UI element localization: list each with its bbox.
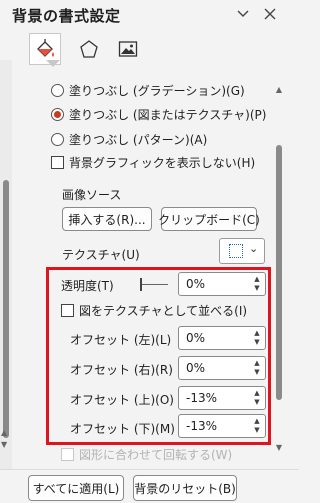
transparency-value[interactable]: 0%	[186, 277, 205, 291]
image-source-label: 画像ソース	[62, 188, 122, 202]
left-scroll-strip: ▲ ▼	[0, 60, 12, 503]
gradient-fill-label: 塗りつぶし (グラデーション)(G)	[69, 84, 245, 98]
vertical-scrollbar[interactable]: ▲ ▼	[274, 85, 284, 453]
offset-bottom-value[interactable]: -13%	[186, 419, 217, 433]
pane-title: 背景の書式設定	[12, 7, 121, 25]
spinner-arrows-icon[interactable]: ▲ ▼	[252, 389, 262, 407]
scroll-up-icon[interactable]: ▲	[1, 428, 7, 437]
offset-top-value[interactable]: -13%	[186, 391, 217, 405]
picture-fill-label: 塗りつぶし (図またはテクスチャ)(P)	[69, 108, 267, 122]
close-icon	[264, 8, 276, 20]
close-pane-button[interactable]	[260, 4, 280, 24]
offset-top-label: オフセット (上)(O)	[70, 393, 174, 407]
radio-pattern-fill[interactable]	[51, 133, 64, 146]
radio-picture-fill[interactable]	[51, 108, 64, 121]
spinner-arrows-icon[interactable]: ▲ ▼	[252, 417, 262, 435]
offset-right-label: オフセット (右)(R)	[70, 363, 173, 377]
offset-top-spinner[interactable]: -13% ▲ ▼	[178, 386, 266, 410]
scroll-thumb[interactable]	[276, 145, 282, 400]
active-tab-pointer	[46, 60, 60, 67]
tab-effects[interactable]	[73, 33, 105, 65]
offset-right-spinner[interactable]: 0% ▲ ▼	[178, 356, 266, 380]
transparency-label: 透明度(T)	[61, 279, 114, 293]
spinner-arrows-icon[interactable]: ▲ ▼	[252, 359, 262, 377]
offset-right-value[interactable]: 0%	[186, 361, 205, 375]
tile-as-texture-checkbox[interactable]	[61, 304, 74, 317]
tile-as-texture-label: 図をテクスチャとして並べる(I)	[79, 304, 248, 318]
texture-swatch-icon	[229, 244, 243, 258]
texture-label: テクスチャ(U)	[62, 248, 140, 262]
scroll-down-icon[interactable]: ▼	[1, 440, 7, 449]
apply-to-all-button[interactable]: すべてに適用(L)	[28, 475, 124, 501]
hide-background-graphics-checkbox[interactable]	[51, 156, 64, 169]
offset-left-label: オフセット (左)(L)	[70, 333, 172, 347]
pattern-fill-label: 塗りつぶし (パターン)(A)	[69, 133, 208, 147]
offset-left-spinner[interactable]: 0% ▲ ▼	[178, 326, 266, 350]
insert-picture-button[interactable]: 挿入する(R)...	[62, 207, 152, 231]
clipboard-button[interactable]: クリップボード(C)	[158, 207, 260, 231]
offset-bottom-label: オフセット (下)(M)	[70, 422, 175, 436]
rotate-with-shape-checkbox	[61, 448, 74, 461]
spinner-arrows-icon[interactable]: ▲ ▼	[252, 329, 262, 347]
hide-background-graphics-label: 背景グラフィックを表示しない(H)	[69, 156, 256, 170]
left-scroll-thumb[interactable]	[3, 180, 9, 438]
picture-icon	[118, 41, 138, 57]
spinner-arrows-icon[interactable]: ▲ ▼	[252, 275, 262, 293]
texture-dropdown[interactable]: ⌄	[219, 238, 265, 264]
offset-bottom-spinner[interactable]: -13% ▲ ▼	[178, 414, 266, 438]
rotate-with-shape-label: 図形に合わせて回転する(W)	[79, 448, 233, 462]
scroll-down-arrow-icon[interactable]: ▼	[274, 443, 284, 453]
tab-picture[interactable]	[112, 33, 144, 65]
transparency-slider-thumb[interactable]	[140, 278, 142, 291]
transparency-spinner[interactable]: 0% ▲ ▼	[178, 272, 266, 296]
paint-bucket-icon	[37, 39, 54, 57]
chevron-down-icon: ⌄	[249, 242, 259, 255]
reset-background-button[interactable]: 背景のリセット(B)	[133, 475, 237, 501]
transparency-slider-track[interactable]	[140, 284, 168, 285]
pentagon-icon	[80, 40, 98, 58]
chevron-down-icon	[237, 10, 249, 17]
radio-gradient-fill[interactable]	[51, 84, 64, 97]
scroll-up-arrow-icon[interactable]: ▲	[274, 85, 284, 95]
offset-left-value[interactable]: 0%	[186, 331, 205, 345]
collapse-options-button[interactable]	[233, 4, 253, 24]
